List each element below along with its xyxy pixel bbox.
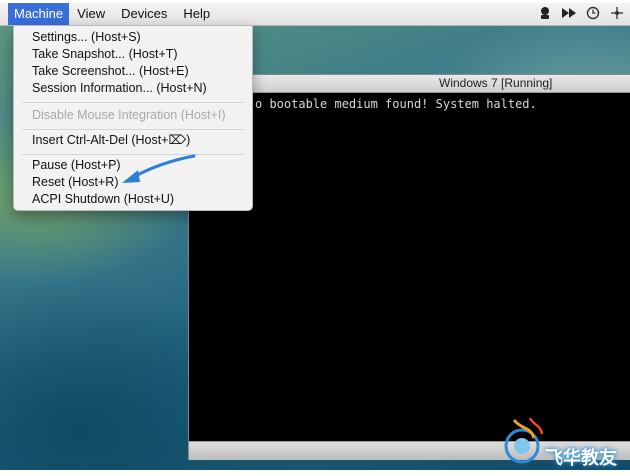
crosshair-icon[interactable]: [608, 6, 626, 23]
annotation-arrow-icon: [122, 154, 196, 183]
bottom-edge: [0, 470, 630, 476]
menu-item-disable-mouse-integration: Disable Mouse Integration (Host+I): [32, 108, 226, 122]
menu-item-session-information[interactable]: Session Information... (Host+N): [32, 80, 207, 97]
status-area: [536, 3, 626, 25]
menu-item-take-screenshot[interactable]: Take Screenshot... (Host+E): [32, 63, 189, 80]
agent-icon[interactable]: [536, 6, 554, 23]
menu-help[interactable]: Help: [175, 3, 218, 25]
menu-item-acpi-shutdown[interactable]: ACPI Shutdown (Host+U): [32, 191, 174, 208]
vm-window-title: Windows 7 [Running]: [439, 76, 553, 90]
vm-boot-message: o bootable medium found! System halted.: [255, 97, 537, 111]
clock-icon[interactable]: [584, 6, 602, 23]
menu-item-take-snapshot[interactable]: Take Snapshot... (Host+T): [32, 46, 178, 63]
menu-separator: [22, 129, 244, 130]
menu-view[interactable]: View: [69, 3, 113, 25]
menu-item-settings[interactable]: Settings... (Host+S): [32, 29, 141, 46]
vm-screen[interactable]: o bootable medium found! System halted.: [189, 93, 630, 441]
menu-machine[interactable]: Machine: [8, 3, 70, 25]
menu-item-pause[interactable]: Pause (Host+P): [32, 157, 121, 174]
menu-item-insert-ctrl-alt-del[interactable]: Insert Ctrl-Alt-Del (Host+⌦): [32, 132, 190, 149]
menu-separator: [22, 102, 244, 103]
vm-titlebar[interactable]: Windows 7 [Running]: [189, 75, 630, 93]
menu-bar: Machine View Devices Help: [0, 3, 630, 26]
fast-forward-icon[interactable]: [560, 7, 578, 22]
menu-item-reset[interactable]: Reset (Host+R): [32, 174, 118, 191]
menu-devices[interactable]: Devices: [113, 3, 175, 25]
vm-window[interactable]: Windows 7 [Running] o bootable medium fo…: [188, 74, 630, 460]
